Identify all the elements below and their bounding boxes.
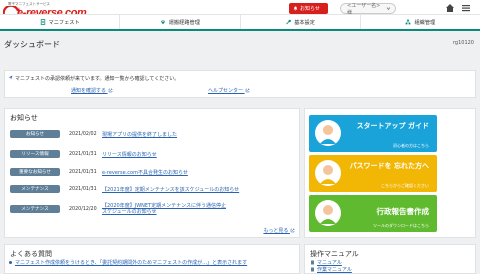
news-badge: メンテナンス [10, 185, 60, 193]
person-illustration-icon [315, 200, 341, 226]
book-icon [311, 260, 314, 265]
bell-icon [293, 6, 298, 11]
page-title: ダッシュボード [4, 40, 60, 49]
news-panel: お知らせ お知らせ 2021/02/02 現場アプリの提供を終了しました リリー… [4, 108, 300, 238]
main-nav: マニフェスト 運搬経路管理 基本設定 組織管理 [0, 14, 480, 31]
news-date: 2021/01/31 [69, 186, 97, 192]
news-item: リリース情報 2021/01/31 リリース情報のお知らせ [10, 149, 298, 159]
notice-panel: マニフェストの承認依頼が来ています。通知一覧から確認してください。 通知を確認す… [4, 70, 476, 98]
news-item: メンテナンス 2020/12/20 【2020年度】JWNET定期メンテナンスに… [10, 202, 298, 216]
notification-label: お知らせ [300, 6, 320, 12]
arrow-icon [8, 75, 13, 80]
banner-title: 行政報告書作成 [376, 207, 430, 216]
nav-manifest-label: マニフェスト [48, 19, 80, 26]
manual-panel: 操作マニュアル マニュアル 作業マニュアル [304, 244, 476, 274]
news-item: 重要なお知らせ 2021/01/31 e-reverse.com不具合発生のお知… [10, 167, 298, 177]
news-badge: メンテナンス [10, 205, 60, 213]
news-link[interactable]: 【2021年度】定期メンテナンスを該スケジュールのお知らせ [102, 186, 239, 193]
book-icon [311, 267, 314, 272]
help-center-link[interactable]: ヘルプセンター [208, 87, 250, 94]
wrench-icon [286, 19, 292, 25]
admin-report-banner[interactable]: 行政報告書作成 ツールのダウンロードはこちら [309, 195, 437, 232]
news-item: お知らせ 2021/02/02 現場アプリの提供を終了しました [10, 129, 298, 139]
password-reset-banner[interactable]: パスワードを 忘れた方へ こちらからご確認ください [309, 155, 437, 192]
news-badge: 重要なお知らせ [10, 168, 60, 176]
external-link-icon [108, 88, 112, 93]
news-title: お知らせ [10, 114, 38, 122]
person-illustration-icon [315, 160, 341, 186]
nav-settings[interactable]: 基本設定 [241, 15, 361, 29]
nav-route[interactable]: 運搬経路管理 [120, 15, 241, 29]
more-news-link[interactable]: もっと見る [263, 227, 295, 234]
news-link[interactable]: e-reverse.com不具合発生のお知らせ [102, 169, 188, 176]
faq-item[interactable]: マニフェスト作成依頼をうけるとき、「委託契約期間外のためマニフェストの作成が…」… [15, 259, 247, 266]
manual-title: 操作マニュアル [310, 250, 359, 258]
manual-link[interactable]: 作業マニュアル [317, 266, 352, 273]
news-date: 2020/12/20 [69, 206, 97, 212]
news-link[interactable]: 現場アプリの提供を終了しました [102, 131, 177, 138]
news-badge: お知らせ [10, 130, 60, 138]
chevron-down-icon [386, 7, 391, 11]
menu-icon[interactable] [461, 3, 471, 13]
banner-sub: ツールのダウンロードはこちら [373, 223, 429, 228]
news-date: 2021/02/02 [69, 131, 97, 137]
nav-organization-label: 組織管理 [414, 19, 436, 26]
person-illustration-icon [315, 120, 341, 146]
banner-sub: 初心者の方はこちら [393, 143, 429, 148]
faq-panel: よくある質問 マニフェスト作成依頼をうけるとき、「委託契約期間外のためマニフェス… [4, 244, 300, 274]
user-id: rg10120 [452, 40, 474, 46]
nav-route-label: 運搬経路管理 [168, 19, 200, 26]
news-link[interactable]: リリース情報のお知らせ [102, 151, 157, 158]
news-item: メンテナンス 2021/01/31 【2021年度】定期メンテナンスを該スケジュ… [10, 184, 298, 194]
news-link[interactable]: 【2020年度】JWNET定期メンテナンスに伴う通信停止スケジュールのお知らせ [102, 203, 226, 215]
external-link-icon [245, 88, 249, 93]
notice-text: マニフェストの承認依頼が来ています。通知一覧から確認してください。 [15, 76, 180, 82]
startup-guide-banner[interactable]: スタートアップ ガイド 初心者の方はこちら [309, 115, 437, 152]
notification-button[interactable]: お知らせ [289, 3, 328, 14]
news-date: 2021/01/31 [69, 169, 97, 175]
document-icon [40, 19, 45, 25]
map-pin-icon [160, 20, 165, 25]
nav-manifest[interactable]: マニフェスト [0, 15, 121, 29]
bullet-icon [9, 261, 12, 264]
faq-title: よくある質問 [10, 250, 52, 258]
news-date: 2021/01/31 [69, 151, 97, 157]
user-menu[interactable]: <ユーザー名>様 [340, 3, 396, 16]
external-link-icon [290, 228, 295, 233]
nav-settings-label: 基本設定 [294, 19, 315, 26]
org-chart-icon [406, 19, 411, 25]
banner-title: スタートアップ ガイド [356, 122, 429, 130]
nav-organization[interactable]: 組織管理 [361, 15, 480, 29]
banner-panel: スタートアップ ガイド 初心者の方はこちら パスワードを 忘れた方へ こちらから… [304, 108, 476, 238]
home-icon[interactable] [445, 3, 455, 13]
check-notifications-link[interactable]: 通知を確認する [71, 87, 113, 94]
news-badge: リリース情報 [10, 150, 60, 158]
banner-sub: こちらからご確認ください [381, 183, 429, 188]
manual-link[interactable]: マニュアル [317, 259, 342, 266]
banner-title: パスワードを 忘れた方へ [349, 162, 429, 170]
